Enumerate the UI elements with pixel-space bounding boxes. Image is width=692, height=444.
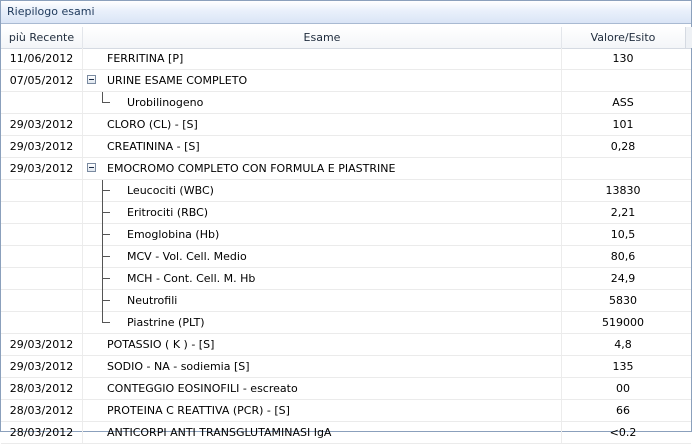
row-date (1, 224, 82, 245)
row-exam-name: Eritrociti (RBC) (127, 206, 209, 219)
row-date: 29/03/2012 (9, 360, 74, 373)
row-date: 07/05/2012 (9, 74, 74, 87)
table-row[interactable]: 29/03/2012 SODIO - NA - sodiemia [S] 135 (1, 356, 691, 378)
exam-summary-panel: Riepilogo esami più Recente Esame Valore… (0, 0, 692, 444)
row-value: 10,5 (610, 228, 636, 241)
tree-branch-line (102, 234, 110, 235)
exam-tree-list: 11/06/2012 FERRITINA [P] 130 07/05/2012 URIN… (1, 48, 691, 444)
row-date (1, 246, 82, 267)
row-date: 29/03/2012 (9, 338, 74, 351)
panel-titlebar: Riepilogo esami (1, 1, 691, 24)
row-value: 13830 (605, 184, 641, 197)
tree-branch-line (102, 300, 110, 301)
tree-connector-line (102, 268, 103, 290)
row-value (562, 158, 684, 179)
table-row[interactable]: 28/03/2012 PROTEINA C REATTIVA (PCR) - [S… (1, 400, 691, 422)
tree-connector-line (102, 180, 103, 202)
collapse-toggle-icon[interactable] (87, 75, 96, 84)
row-exam-name: POTASSIO ( K ) - [S] (107, 338, 215, 351)
table-header: più Recente Esame Valore/Esito (1, 27, 691, 49)
header-scroll-corner (685, 27, 692, 48)
column-header-value[interactable]: Valore/Esito (562, 27, 684, 48)
row-value: 101 (612, 118, 634, 131)
row-value: 519000 (602, 316, 644, 329)
table-row[interactable]: 11/06/2012 FERRITINA [P] 130 (1, 48, 691, 70)
row-value: <0.2 (609, 426, 637, 439)
row-value: 5830 (609, 294, 637, 307)
tree-branch-line (102, 212, 110, 213)
row-exam-name: CLORO (CL) - [S] (107, 118, 198, 131)
table-row[interactable]: 29/03/2012 CLORO (CL) - [S] 101 (1, 114, 691, 136)
row-value: 24,9 (610, 272, 636, 285)
tree-branch-line (102, 102, 110, 103)
tree-branch-line (102, 256, 110, 257)
row-date: 28/03/2012 (9, 382, 74, 395)
row-exam-name: Urobilinogeno (127, 96, 204, 109)
row-exam-name: Leucociti (WBC) (127, 184, 214, 197)
tree-child-row[interactable]: Eritrociti (RBC) 2,21 (1, 202, 691, 224)
row-value: 0,28 (610, 140, 636, 153)
row-value: 80,6 (610, 250, 636, 263)
tree-child-row[interactable]: MCH - Cont. Cell. M. Hb 24,9 (1, 268, 691, 290)
row-exam-name: FERRITINA [P] (107, 52, 184, 65)
tree-child-row[interactable]: Neutrofili 5830 (1, 290, 691, 312)
row-value: 4,8 (614, 338, 632, 351)
table-row[interactable]: 29/03/2012 CREATININA - [S] 0,28 (1, 136, 691, 158)
row-exam-name: Neutrofili (127, 294, 178, 307)
row-exam-name: SODIO - NA - sodiemia [S] (107, 360, 250, 373)
row-value: 00 (616, 382, 630, 395)
table-row[interactable]: 28/03/2012 CONTEGGIO EOSINOFILI - escreat… (1, 378, 691, 400)
tree-child-row[interactable]: MCV - Vol. Cell. Medio 80,6 (1, 246, 691, 268)
row-exam-name: MCV - Vol. Cell. Medio (127, 250, 247, 263)
row-date: 29/03/2012 (9, 118, 74, 131)
tree-connector-line (102, 224, 103, 246)
tree-branch-line (102, 278, 110, 279)
row-exam-name: URINE ESAME COMPLETO (107, 74, 248, 87)
row-value: 135 (612, 360, 634, 373)
row-exam-name: CONTEGGIO EOSINOFILI - escreato (107, 382, 298, 395)
tree-branch-line (102, 322, 110, 323)
tree-group-row[interactable]: 29/03/2012 EMOCROMO COMPLETO CON FORMULA … (1, 158, 691, 180)
row-date (1, 290, 82, 311)
table-row[interactable]: 28/03/2012 ANTICORPI ANTI TRANSGLUTAMINAS… (1, 422, 691, 444)
column-header-date[interactable]: più Recente (1, 27, 83, 48)
row-date (1, 92, 82, 113)
row-date: 28/03/2012 (9, 404, 74, 417)
row-date (1, 202, 82, 223)
tree-connector-line (102, 246, 103, 268)
row-value: 130 (612, 52, 634, 65)
tree-connector-line (102, 290, 103, 312)
row-exam-name: Piastrine (PLT) (127, 316, 205, 329)
row-exam-name: PROTEINA C REATTIVA (PCR) - [S] (107, 404, 290, 417)
tree-connector-line (102, 202, 103, 224)
tree-child-row[interactable]: Urobilinogeno ASS (1, 92, 691, 114)
column-header-exam[interactable]: Esame (83, 27, 562, 48)
row-value: 2,21 (610, 206, 636, 219)
tree-child-row[interactable]: Emoglobina (Hb) 10,5 (1, 224, 691, 246)
row-date (1, 268, 82, 289)
row-date (1, 312, 82, 333)
row-date: 29/03/2012 (9, 162, 74, 175)
row-exam-name: EMOCROMO COMPLETO CON FORMULA E PIASTRIN… (107, 162, 396, 175)
row-value (562, 70, 684, 91)
row-date: 28/03/2012 (9, 426, 74, 439)
row-date: 11/06/2012 (9, 52, 74, 65)
row-exam-name: Emoglobina (Hb) (127, 228, 220, 241)
tree-branch-line (102, 190, 110, 191)
panel-title: Riepilogo esami (7, 5, 95, 18)
tree-child-row[interactable]: Piastrine (PLT) 519000 (1, 312, 691, 334)
row-date (1, 180, 82, 201)
row-value: ASS (612, 96, 634, 109)
tree-group-row[interactable]: 07/05/2012 URINE ESAME COMPLETO (1, 70, 691, 92)
tree-child-row[interactable]: Leucociti (WBC) 13830 (1, 180, 691, 202)
row-exam-name: ANTICORPI ANTI TRANSGLUTAMINASI IgA (107, 426, 332, 439)
row-date: 29/03/2012 (9, 140, 74, 153)
row-exam-name: CREATININA - [S] (107, 140, 200, 153)
table-row[interactable]: 29/03/2012 POTASSIO ( K ) - [S] 4,8 (1, 334, 691, 356)
row-exam-name: MCH - Cont. Cell. M. Hb (127, 272, 256, 285)
collapse-toggle-icon[interactable] (87, 163, 96, 172)
row-value: 66 (616, 404, 630, 417)
